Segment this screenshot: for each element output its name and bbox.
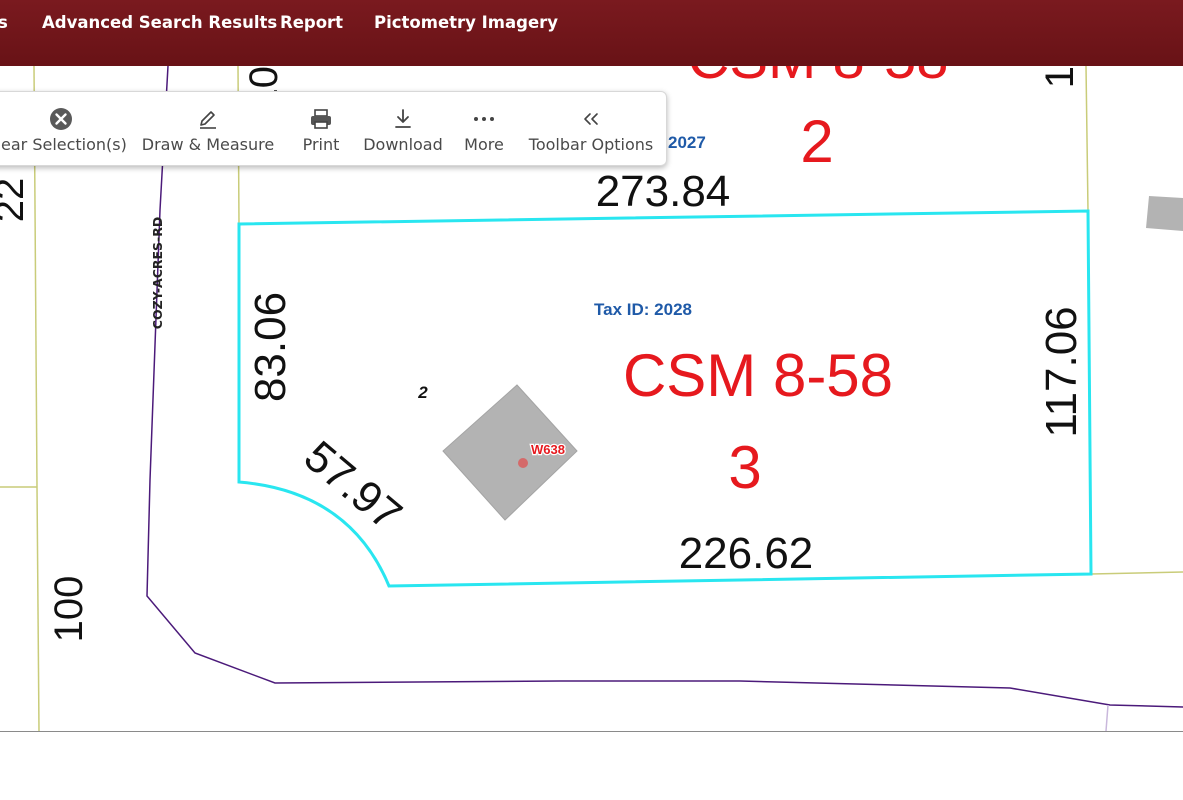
west-parcel-dim-bottom: 100 [47, 576, 91, 643]
download-icon [395, 109, 411, 128]
north-parcel-lot-number: 2 [800, 108, 833, 175]
toolbar-options-button[interactable]: Toolbar Options [524, 92, 658, 165]
well-marker [518, 458, 528, 468]
nav-item-pictometry-imagery[interactable]: Pictometry Imagery [374, 13, 558, 32]
north-parcel-tax-id: 2027 [668, 133, 706, 152]
more-label: More [464, 135, 504, 154]
pencil-icon-wrap [138, 107, 278, 131]
west-parcel-dim-top: 22 [0, 178, 32, 223]
draw-measure-button[interactable]: Draw & Measure [138, 92, 278, 165]
clear-selection-button[interactable]: ear Selection(s) [1, 92, 127, 165]
print-button[interactable]: Print [294, 92, 348, 165]
download-button[interactable]: Download [358, 92, 448, 165]
clear-circle-icon-wrap [31, 107, 91, 131]
chevron-left-icon-wrap [524, 107, 658, 131]
north-parcel-dim-right: 1 [1038, 66, 1082, 88]
more-dots-icon [474, 117, 494, 121]
neighbor-building [1146, 196, 1183, 231]
printer-icon-wrap [294, 107, 348, 131]
more-dots-icon-wrap [458, 107, 510, 131]
lot-line-west-lower [36, 486, 40, 732]
selected-parcel-dim-left: 83.06 [246, 292, 295, 402]
printer-icon [311, 109, 331, 129]
selected-parcel-small-label: 2 [417, 383, 428, 402]
nav-item-report[interactable]: Report [280, 13, 343, 32]
clear-selection-label: ear Selection(s) [1, 135, 127, 154]
selected-parcel-csm-label: CSM 8-58 [623, 342, 893, 409]
road-line-faint [1105, 704, 1109, 732]
download-icon-wrap [358, 107, 448, 131]
toolbar-options-label: Toolbar Options [528, 135, 654, 154]
north-parcel-csm-label: CSM 8-58 [687, 66, 948, 91]
selected-parcel-lot-number: 3 [728, 434, 761, 501]
map-toolbar: ear Selection(s) Draw & Measure Print Do… [0, 91, 667, 166]
pencil-icon [200, 111, 216, 129]
nav-item-advanced-search-results[interactable]: Advanced Search Results [42, 13, 277, 32]
print-label: Print [302, 135, 340, 154]
road-name-label: COZY-ACRES-RD [150, 217, 165, 329]
selected-parcel-dim-curve: 57.97 [295, 432, 411, 540]
well-label: W638 [531, 442, 565, 457]
app-page: s Advanced Search Results Report Pictome… [0, 0, 1183, 800]
selected-parcel-dim-right: 117.06 [1037, 306, 1086, 437]
map-bottom-border [0, 731, 1183, 732]
draw-measure-label: Draw & Measure [141, 135, 275, 154]
top-navigation-bar: s Advanced Search Results Report Pictome… [0, 0, 1183, 66]
selected-parcel-tax-id: Tax ID: 2028 [594, 300, 692, 319]
lot-line-north-east [1085, 66, 1089, 212]
close-circle-icon [50, 108, 72, 130]
selected-parcel-dim-bottom: 226.62 [679, 529, 814, 578]
double-chevron-left-icon [584, 113, 598, 125]
lot-line-east-south [1090, 571, 1183, 575]
selected-parcel-dim-top: 273.84 [596, 167, 731, 216]
download-label: Download [363, 135, 443, 154]
more-button[interactable]: More [458, 92, 510, 165]
nav-item-partial[interactable]: s [0, 13, 8, 32]
